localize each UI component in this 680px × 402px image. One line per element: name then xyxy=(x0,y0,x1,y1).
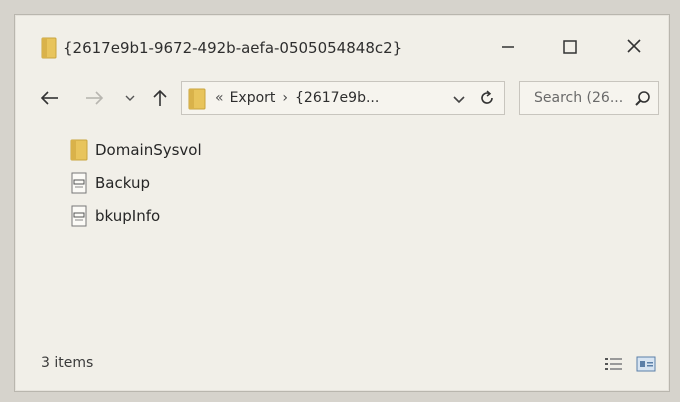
breadcrumb-item-current[interactable]: {2617e9b... xyxy=(295,90,379,106)
folder-icon xyxy=(188,88,206,110)
maximize-icon xyxy=(563,39,577,58)
search-icon[interactable] xyxy=(634,90,652,108)
search-box[interactable]: Search (26... xyxy=(519,81,659,115)
chevron-down-icon[interactable] xyxy=(119,87,141,109)
large-icons-view-icon[interactable] xyxy=(635,355,657,373)
up-arrow-icon[interactable] xyxy=(149,87,171,109)
chevron-down-icon[interactable] xyxy=(452,90,470,108)
breadcrumb-item-export[interactable]: Export xyxy=(230,90,276,106)
address-bar[interactable]: « Export › {2617e9b... xyxy=(181,81,505,115)
list-item-bkupinfo[interactable]: bkupInfo xyxy=(69,199,202,232)
minimize-button[interactable] xyxy=(487,33,529,63)
file-name: DomainSysvol xyxy=(95,140,202,159)
minimize-icon xyxy=(501,39,515,58)
breadcrumb-separator[interactable]: › xyxy=(282,90,288,106)
file-explorer-window: {2617e9b1-9672-492b-aefa-0505054848c2} «… xyxy=(14,14,670,392)
folder-icon xyxy=(69,138,89,162)
file-icon xyxy=(69,204,89,228)
back-arrow-icon[interactable] xyxy=(39,87,61,109)
item-count: 3 items xyxy=(41,355,94,371)
close-icon xyxy=(626,38,642,58)
list-item-backup[interactable]: Backup xyxy=(69,166,202,199)
file-icon xyxy=(69,171,89,195)
folder-icon xyxy=(41,37,57,59)
close-button[interactable] xyxy=(613,33,655,63)
maximize-button[interactable] xyxy=(549,33,591,63)
file-name: bkupInfo xyxy=(95,206,161,225)
list-item-domainsysvol[interactable]: DomainSysvol xyxy=(69,133,202,166)
refresh-icon[interactable] xyxy=(478,89,498,109)
title-bar[interactable]: {2617e9b1-9672-492b-aefa-0505054848c2} xyxy=(15,15,669,73)
search-placeholder: Search (26... xyxy=(534,90,624,106)
forward-arrow-icon[interactable] xyxy=(83,87,105,109)
window-title: {2617e9b1-9672-492b-aefa-0505054848c2} xyxy=(63,39,403,57)
file-name: Backup xyxy=(95,173,150,192)
breadcrumb-overflow[interactable]: « xyxy=(215,90,224,106)
details-view-icon[interactable] xyxy=(603,355,625,373)
file-list: DomainSysvol Backup bkupInfo xyxy=(69,133,202,232)
navigation-bar: « Export › {2617e9b... Search (26... xyxy=(15,79,669,119)
breadcrumb: « Export › {2617e9b... xyxy=(212,90,379,106)
